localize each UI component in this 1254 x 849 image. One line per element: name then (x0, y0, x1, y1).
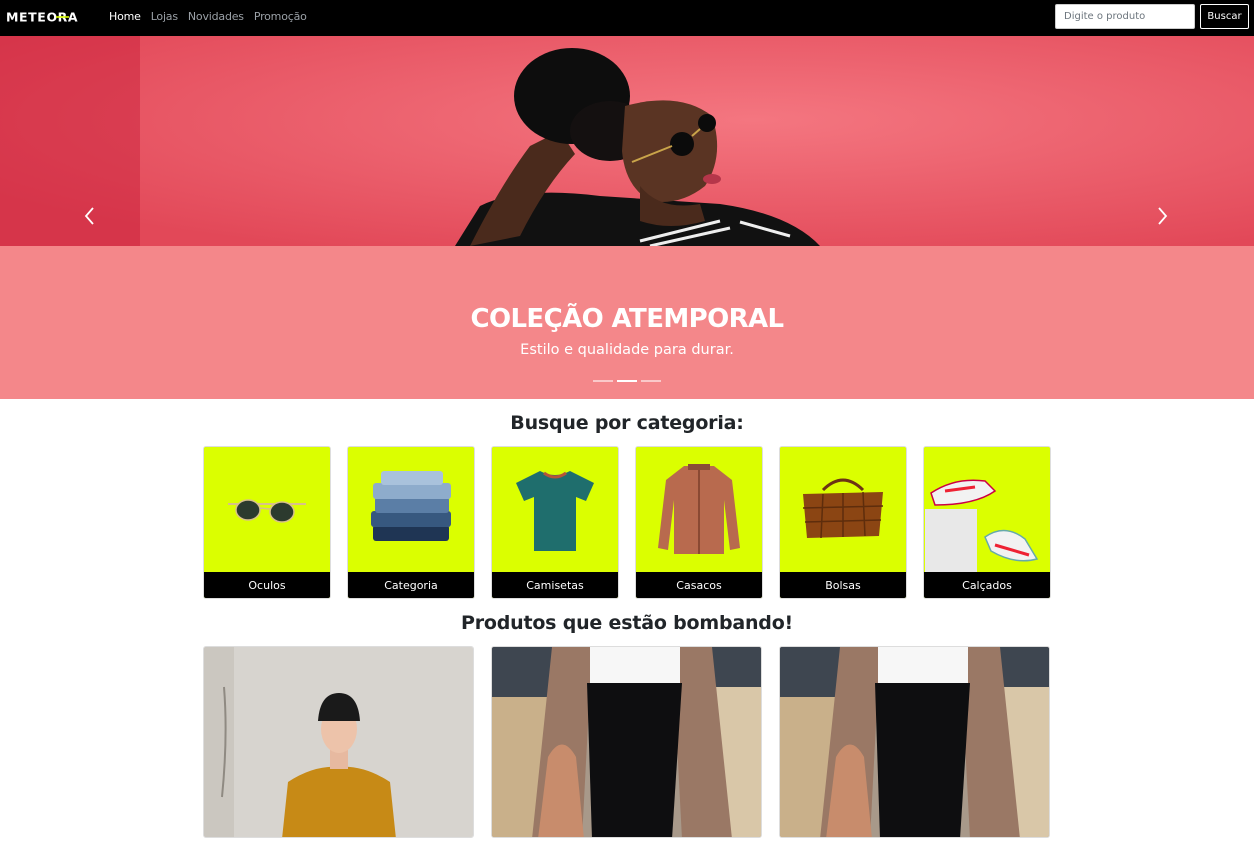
tshirt-image (492, 447, 618, 572)
categories-heading: Busque por categoria: (510, 412, 744, 434)
hero-subtitle: Estilo e qualidade para durar. (520, 342, 734, 358)
product-card[interactable] (203, 646, 474, 838)
jeans-image (348, 447, 474, 572)
category-label: Categoria (348, 572, 474, 598)
category-label: Camisetas (492, 572, 618, 598)
products-heading: Produtos que estão bombando! (460, 612, 794, 634)
chevron-right-icon (1158, 207, 1168, 225)
category-label: Casacos (636, 572, 762, 598)
search-input[interactable] (1055, 4, 1195, 29)
product-card[interactable] (491, 646, 762, 838)
nav-link-novidades[interactable]: Novidades (188, 10, 244, 23)
product-image (492, 647, 761, 837)
meteora-logo[interactable]: METEORA (6, 9, 92, 25)
bag-image (780, 447, 906, 572)
nav-link-home[interactable]: Home (109, 10, 141, 23)
category-label: Bolsas (780, 572, 906, 598)
carousel-indicator-active[interactable] (617, 380, 637, 382)
product-card[interactable] (779, 646, 1050, 838)
sunglasses-image (204, 447, 330, 572)
navbar: METEORA Home Lojas Novidades Promoção Bu… (0, 0, 1254, 36)
hero-title: COLEÇÃO ATEMPORAL (470, 304, 784, 334)
category-card-categoria[interactable]: Categoria (347, 446, 475, 599)
carousel-indicators (593, 380, 661, 382)
category-card-bolsas[interactable]: Bolsas (779, 446, 907, 599)
nav-links: Home Lojas Novidades Promoção (109, 10, 317, 23)
nav-link-lojas[interactable]: Lojas (151, 10, 178, 23)
category-label: Calçados (924, 572, 1050, 598)
carousel-indicator[interactable] (641, 380, 661, 382)
carousel-next-button[interactable] (1150, 202, 1174, 230)
hero-image (0, 36, 1254, 248)
search-button[interactable]: Buscar (1200, 4, 1249, 29)
category-card-oculos[interactable]: Oculos (203, 446, 331, 599)
category-card-camisetas[interactable]: Camisetas (491, 446, 619, 599)
product-image (780, 647, 1049, 837)
category-card-calcados[interactable]: Calçados (923, 446, 1051, 599)
jacket-image (636, 447, 762, 572)
carousel-prev-button[interactable] (78, 202, 102, 230)
hero-carousel: COLEÇÃO ATEMPORAL Estilo e qualidade par… (0, 36, 1254, 399)
carousel-indicator[interactable] (593, 380, 613, 382)
category-card-casacos[interactable]: Casacos (635, 446, 763, 599)
category-label: Oculos (204, 572, 330, 598)
chevron-left-icon (84, 207, 94, 225)
nav-link-promocao[interactable]: Promoção (254, 10, 307, 23)
sneakers-image (924, 447, 1050, 572)
product-image (204, 647, 473, 837)
